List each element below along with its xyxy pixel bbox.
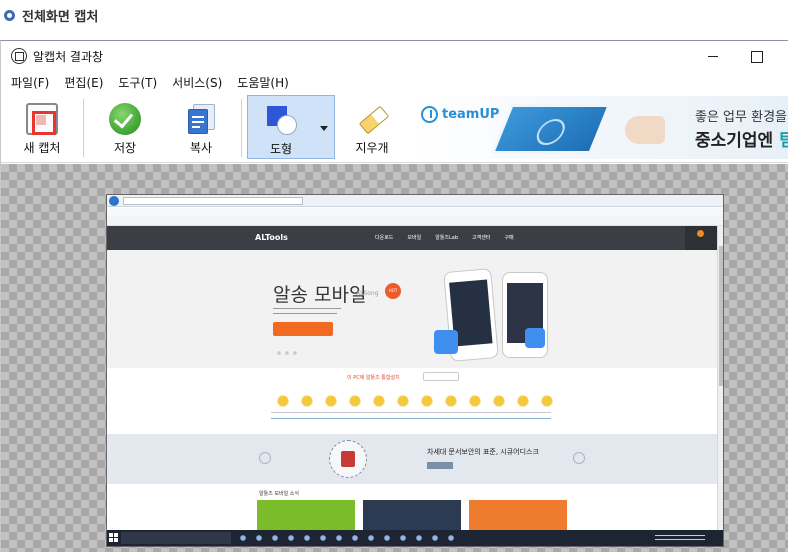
news-card xyxy=(469,500,567,530)
menu-file[interactable]: 파일(F) xyxy=(11,74,49,91)
site-nav-link: 다운로드 xyxy=(375,235,394,241)
security-more-button xyxy=(427,462,453,469)
install-title: 이 PC에 알툴즈 통합설치 xyxy=(347,375,400,381)
copy-button[interactable]: 복사 xyxy=(169,95,233,159)
ad-headline: 좋은 업무 환경을 만 xyxy=(695,110,788,125)
play-icon xyxy=(434,330,458,354)
news-card xyxy=(363,500,461,530)
toolbar: 새 캡처 저장 복사 도형 지우개 teamUP 좋은 업무 환경을 중소기업엔 xyxy=(1,93,788,163)
minimize-button[interactable] xyxy=(698,45,728,67)
windows-taskbar xyxy=(107,530,723,546)
ad-brand: teamUP xyxy=(421,106,499,123)
menu-edit[interactable]: 편집(E) xyxy=(64,74,103,91)
copy-icon xyxy=(185,103,217,135)
menu-help[interactable]: 도움말(H) xyxy=(237,74,289,91)
taskbar-app-icons xyxy=(235,534,455,542)
menu-services[interactable]: 서비스(S) xyxy=(172,74,222,91)
carousel-prev-icon xyxy=(259,452,271,464)
site-nav-link: 고객센터 xyxy=(472,235,491,241)
browser-url-field xyxy=(123,197,303,205)
ad-brand-name: teamUP xyxy=(442,107,500,122)
page-heading: 전체화면 캡처 xyxy=(4,5,98,25)
site-nav-link: 알툴즈Lab xyxy=(435,235,459,241)
play-icon xyxy=(525,328,545,348)
capture-canvas[interactable]: ALTools 다운로드 모바일 알툴즈Lab 고객센터 구매 알송 모바일 A… xyxy=(1,164,788,552)
taskbar-clock xyxy=(655,533,705,543)
capture-icon xyxy=(26,103,58,135)
eraser-icon xyxy=(356,103,388,135)
shape-label: 도형 xyxy=(269,142,293,156)
hero-title: 알송 모바일 xyxy=(273,284,367,306)
window-titlebar: 알캡처 결과창 xyxy=(1,41,788,71)
app-icon-row xyxy=(271,388,561,428)
site-hero: 알송 모바일 ALSong HOT xyxy=(107,250,717,368)
site-nav-link: 모바일 xyxy=(407,235,422,241)
browser-address-bar xyxy=(107,195,723,207)
copy-label: 복사 xyxy=(189,141,213,155)
carousel-dots xyxy=(275,351,299,355)
shape-icon xyxy=(265,104,297,136)
teamup-logo-icon xyxy=(421,106,438,123)
taskbar-search xyxy=(121,532,231,544)
new-capture-button[interactable]: 새 캡처 xyxy=(10,95,74,159)
bullet-icon xyxy=(4,9,15,21)
shape-button[interactable]: 도형 xyxy=(247,95,315,159)
menu-bar: 파일(F) 편집(E) 도구(T) 서비스(S) 도움말(H) xyxy=(1,71,788,93)
checkmark-icon xyxy=(109,103,141,135)
install-button xyxy=(423,372,459,381)
toolbar-divider xyxy=(83,99,84,157)
shape-dropdown-button[interactable] xyxy=(314,95,335,159)
install-section: 이 PC에 알툴즈 통합설치 xyxy=(107,368,717,434)
ad-banner[interactable]: teamUP 좋은 업무 환경을 만 중소기업엔 팀 xyxy=(415,96,788,159)
site-corner-badge xyxy=(685,226,717,250)
tablet-illustration xyxy=(490,104,612,154)
eraser-button[interactable]: 지우개 xyxy=(340,95,404,159)
hand-illustration xyxy=(625,116,665,144)
browser-back-icon xyxy=(109,196,119,206)
hero-subtitle: ALSong xyxy=(356,290,379,297)
save-button[interactable]: 저장 xyxy=(93,95,157,159)
result-window: 알캡처 결과창 파일(F) 편집(E) 도구(T) 서비스(S) 도움말(H) … xyxy=(0,40,788,552)
maximize-button[interactable] xyxy=(741,45,771,67)
security-banner: 차세대 문서보안의 표준, 시큐어디스크 xyxy=(107,434,717,484)
hero-description xyxy=(273,307,343,319)
browser-favorites-bar xyxy=(107,216,723,226)
ad-subheadline-text: 중소기업엔 xyxy=(695,131,780,151)
eraser-label: 지우개 xyxy=(355,141,389,155)
secure-disk-icon xyxy=(329,440,367,478)
toolbar-divider xyxy=(241,99,242,157)
browser-menu-bar xyxy=(107,208,723,216)
browser-scrollbar xyxy=(717,226,723,530)
hot-badge: HOT xyxy=(385,283,401,299)
news-card xyxy=(257,500,355,530)
site-nav-links: 다운로드 모바일 알툴즈Lab 고객센터 구매 xyxy=(375,234,528,241)
menu-tools[interactable]: 도구(T) xyxy=(118,74,157,91)
carousel-next-icon xyxy=(573,452,585,464)
site-logo: ALTools xyxy=(255,233,288,242)
hero-cta-button xyxy=(273,322,333,336)
ad-subheadline-highlight: 팀 xyxy=(779,131,788,151)
alcapture-app-icon xyxy=(11,48,27,64)
captured-screenshot[interactable]: ALTools 다운로드 모바일 알툴즈Lab 고객센터 구매 알송 모바일 A… xyxy=(107,195,723,546)
mobile-news-title: 알툴즈 모바일 소식 xyxy=(259,491,299,497)
ad-subheadline: 중소기업엔 팀 xyxy=(695,126,788,151)
new-capture-label: 새 캡처 xyxy=(23,141,61,155)
window-title: 알캡처 결과창 xyxy=(33,50,104,64)
mobile-news-section: 알툴즈 모바일 소식 xyxy=(107,484,717,530)
windows-start-icon xyxy=(109,533,118,542)
page-title: 전체화면 캡처 xyxy=(22,9,99,25)
save-label: 저장 xyxy=(113,141,137,155)
site-nav-link: 구매 xyxy=(504,235,514,241)
site-navigation: ALTools 다운로드 모바일 알툴즈Lab 고객센터 구매 xyxy=(107,226,717,250)
security-title: 차세대 문서보안의 표준, 시큐어디스크 xyxy=(427,448,539,456)
